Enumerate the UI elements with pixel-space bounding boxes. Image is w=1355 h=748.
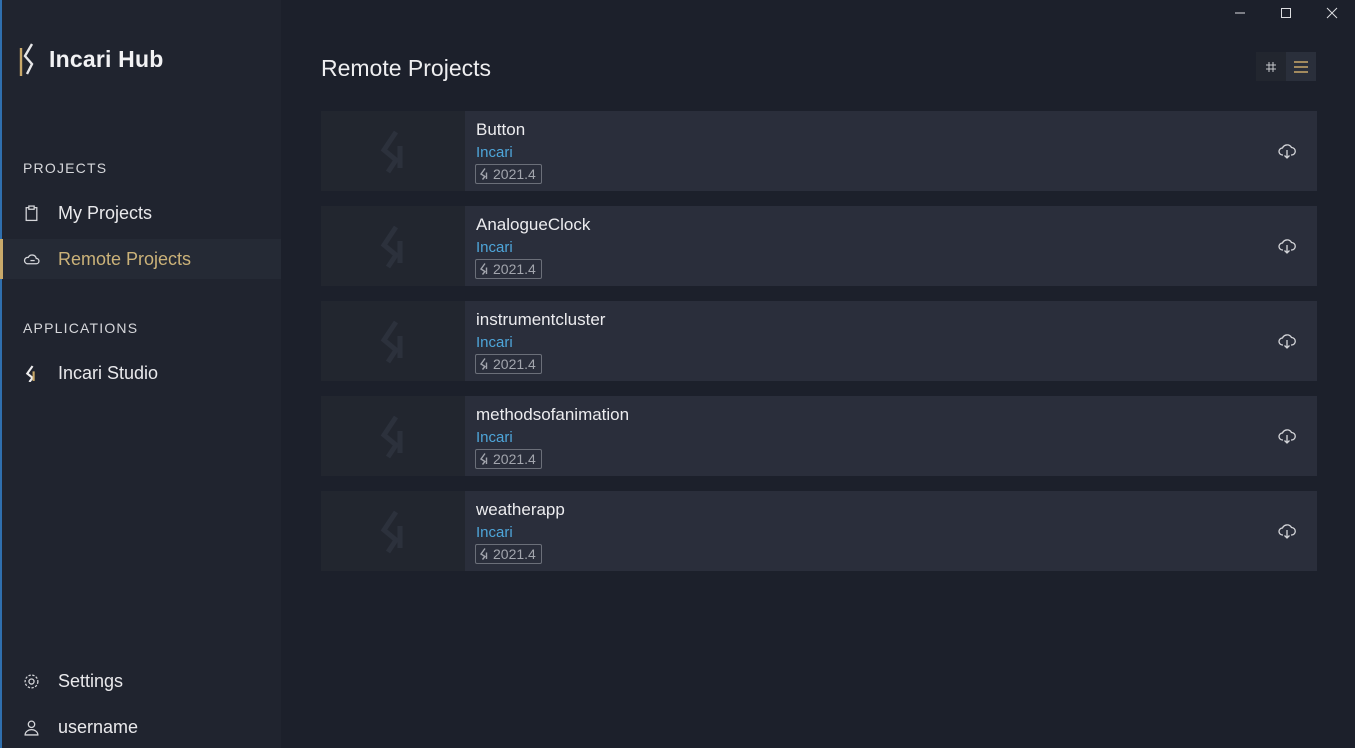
project-info: methodsofanimation Incari 2021.4	[465, 396, 1317, 476]
close-button[interactable]	[1309, 0, 1355, 26]
gear-icon	[23, 673, 40, 690]
incari-placeholder-icon	[380, 130, 403, 174]
incari-placeholder-icon	[380, 320, 403, 364]
project-thumbnail	[321, 396, 465, 476]
download-button[interactable]	[1277, 521, 1297, 541]
list-icon	[1294, 60, 1308, 73]
project-thumbnail	[321, 301, 465, 381]
incari-version-icon	[479, 453, 488, 465]
project-owner-link[interactable]: Incari	[476, 429, 513, 446]
project-card[interactable]: instrumentcluster Incari 2021.4	[321, 301, 1317, 381]
version-label: 2021.4	[493, 356, 536, 372]
project-owner-link[interactable]: Incari	[476, 144, 513, 161]
cloud-download-icon	[1278, 334, 1296, 349]
project-info: Button Incari 2021.4	[465, 111, 1317, 191]
sidebar-item-my-projects[interactable]: My Projects	[2, 193, 281, 233]
sidebar-item-label: Incari Studio	[58, 362, 159, 383]
version-label: 2021.4	[493, 261, 536, 277]
sidebar-item-incari-studio[interactable]: Incari Studio	[2, 353, 281, 393]
incari-version-icon	[479, 263, 488, 275]
project-name: AnalogueClock	[476, 215, 591, 234]
incari-version-icon	[479, 358, 488, 370]
version-badge: 2021.4	[475, 544, 542, 564]
download-button[interactable]	[1277, 141, 1297, 161]
hash-grid-icon	[1266, 61, 1276, 72]
sidebar-item-user[interactable]: username	[2, 707, 281, 747]
sidebar-item-label: Remote Projects	[58, 248, 192, 269]
sidebar: Incari Hub PROJECTS My Projects Remote P…	[0, 0, 281, 748]
project-card[interactable]: Button Incari 2021.4	[321, 111, 1317, 191]
grid-view-button[interactable]	[1256, 52, 1286, 81]
project-info: instrumentcluster Incari 2021.4	[465, 301, 1317, 381]
sidebar-item-label: Settings	[58, 670, 124, 691]
cloud-download-icon	[1278, 144, 1296, 159]
sidebar-item-settings[interactable]: Settings	[2, 661, 281, 701]
incari-placeholder-icon	[380, 225, 403, 269]
incari-placeholder-icon	[380, 415, 403, 459]
project-name: instrumentcluster	[476, 310, 606, 329]
cloud-download-icon	[1278, 429, 1296, 444]
project-owner-link[interactable]: Incari	[476, 334, 513, 351]
project-owner-link[interactable]: Incari	[476, 524, 513, 541]
minimize-button[interactable]	[1217, 0, 1263, 26]
version-badge: 2021.4	[475, 354, 542, 374]
window-controls	[1217, 0, 1355, 26]
applications-heading: APPLICATIONS	[23, 320, 139, 336]
view-mode-toggle	[1256, 52, 1316, 81]
app-logo: Incari Hub	[18, 40, 163, 78]
maximize-button[interactable]	[1263, 0, 1309, 26]
project-thumbnail	[321, 491, 465, 571]
project-list: Button Incari 2021.4 AnalogueClock Incar…	[321, 111, 1317, 586]
project-name: weatherapp	[476, 500, 565, 519]
sidebar-item-label: username	[58, 716, 139, 737]
download-button[interactable]	[1277, 331, 1297, 351]
download-button[interactable]	[1277, 426, 1297, 446]
list-view-button[interactable]	[1286, 52, 1316, 81]
project-card[interactable]: AnalogueClock Incari 2021.4	[321, 206, 1317, 286]
project-name: Button	[476, 120, 526, 139]
user-icon	[23, 719, 40, 736]
cloud-download-icon	[1278, 524, 1296, 539]
version-badge: 2021.4	[475, 164, 542, 184]
project-info: AnalogueClock Incari 2021.4	[465, 206, 1317, 286]
project-thumbnail	[321, 206, 465, 286]
page-title: Remote Projects	[321, 55, 492, 81]
sidebar-item-remote-projects[interactable]: Remote Projects	[0, 239, 281, 279]
project-thumbnail	[321, 111, 465, 191]
version-label: 2021.4	[493, 166, 536, 182]
incari-version-icon	[479, 168, 488, 180]
minimize-icon	[1235, 12, 1245, 14]
incari-placeholder-icon	[380, 510, 403, 554]
project-card[interactable]: weatherapp Incari 2021.4	[321, 491, 1317, 571]
cloud-download-icon	[1278, 239, 1296, 254]
cloud-icon	[23, 251, 40, 268]
version-badge: 2021.4	[475, 259, 542, 279]
incari-studio-icon	[23, 365, 40, 382]
project-name: methodsofanimation	[476, 405, 630, 424]
download-button[interactable]	[1277, 236, 1297, 256]
sidebar-item-label: My Projects	[58, 202, 153, 223]
project-card[interactable]: methodsofanimation Incari 2021.4	[321, 396, 1317, 476]
maximize-icon	[1281, 8, 1291, 18]
app-title: Incari Hub	[49, 45, 164, 72]
incari-logo-icon	[19, 43, 34, 76]
incari-version-icon	[479, 548, 488, 560]
version-badge: 2021.4	[475, 449, 542, 469]
projects-heading: PROJECTS	[23, 160, 108, 176]
clipboard-icon	[23, 205, 40, 222]
version-label: 2021.4	[493, 451, 536, 467]
close-icon	[1326, 7, 1338, 19]
project-info: weatherapp Incari 2021.4	[465, 491, 1317, 571]
version-label: 2021.4	[493, 546, 536, 562]
project-owner-link[interactable]: Incari	[476, 239, 513, 256]
